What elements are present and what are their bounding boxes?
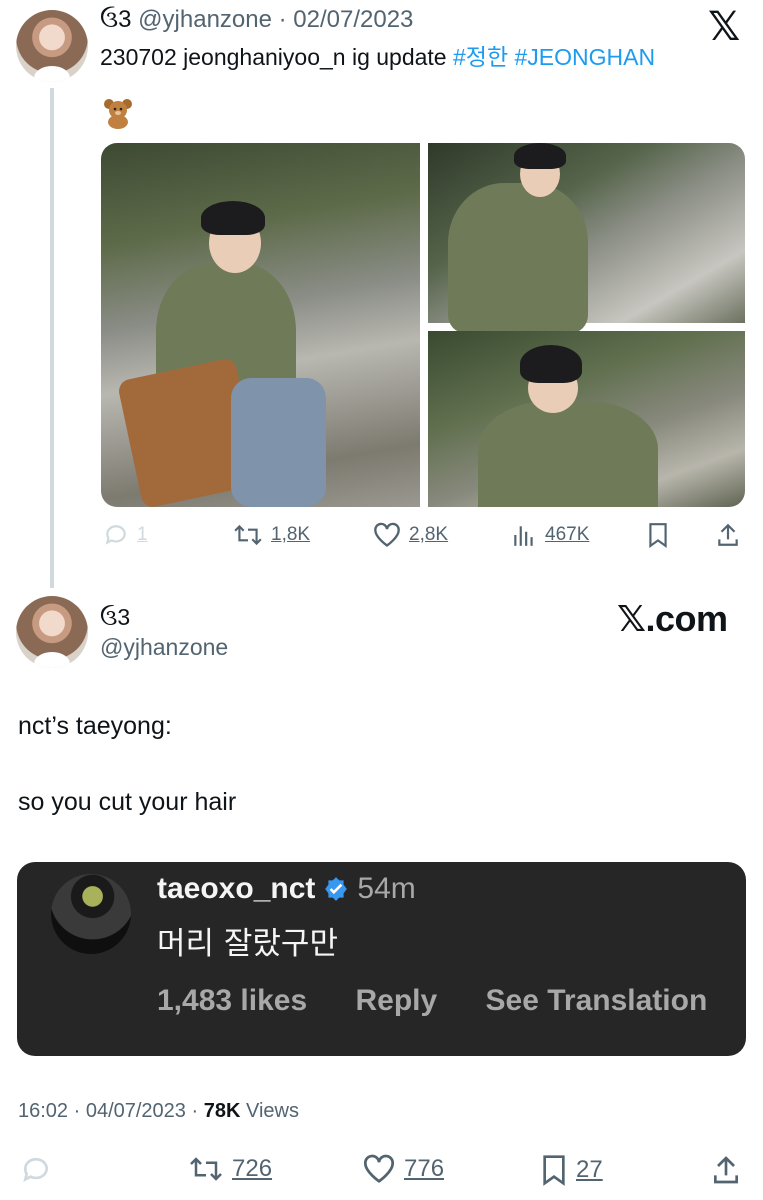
retweet-count: 726	[232, 1155, 273, 1182]
time-date: 16:02 · 04/07/2023 ·	[18, 1100, 204, 1122]
share-icon	[714, 1156, 738, 1184]
handle[interactable]: @yjhanzone	[138, 6, 272, 33]
heart-icon	[364, 1154, 394, 1183]
tweet-actions: 1 1,8K 2,8K 467K	[101, 522, 745, 554]
avatar[interactable]	[16, 10, 88, 82]
ig-see-translation[interactable]: See Translation	[486, 984, 708, 1017]
date[interactable]: · 02/07/2023	[279, 6, 414, 33]
views-count: 78K	[203, 1100, 241, 1122]
views-count: 467K	[545, 524, 590, 545]
ig-time: 54m	[357, 872, 416, 905]
ig-user-row: taeoxo_nct 54m	[157, 872, 416, 906]
like-button[interactable]: 2,8K	[373, 522, 448, 548]
avatar[interactable]	[16, 596, 88, 668]
photo-1[interactable]	[101, 143, 420, 507]
bookmark-icon	[649, 523, 667, 548]
share-icon	[718, 523, 738, 546]
display-name[interactable]: ઉ3	[100, 6, 132, 33]
bookmark-icon	[543, 1155, 565, 1186]
reply-button[interactable]	[20, 1154, 52, 1186]
quote-line-2: so you cut your hair	[18, 788, 237, 816]
hashtag-link[interactable]: #정한	[453, 44, 508, 70]
heart-icon	[374, 522, 400, 547]
share-button[interactable]	[710, 1154, 742, 1186]
retweet-count: 1,8K	[271, 524, 311, 545]
views-label: Views	[240, 1100, 299, 1122]
tweet-meta: ઉ3 @yjhanzone · 02/07/2023	[100, 6, 413, 34]
reply-count: 1	[137, 524, 148, 545]
bar-chart-icon	[514, 526, 533, 546]
photo-3[interactable]	[428, 331, 745, 507]
ig-reply-button[interactable]: Reply	[355, 984, 437, 1017]
person-figure	[478, 401, 658, 507]
ig-comment-text: 머리 잘랐구만	[157, 926, 338, 962]
like-button[interactable]: 776	[362, 1154, 444, 1184]
person-hair	[520, 345, 582, 383]
x-com-watermark: 𝕏.com	[617, 598, 728, 639]
person-hair	[514, 143, 566, 169]
hashtag-link[interactable]: #JEONGHAN	[515, 44, 656, 70]
photo-2[interactable]	[428, 143, 745, 333]
tweet-text: 230702 jeonghaniyoo_n ig update #정한 #JEO…	[100, 38, 655, 72]
ig-likes[interactable]: 1,483 likes	[157, 984, 307, 1017]
ig-avatar[interactable]	[51, 874, 131, 954]
bookmark-button[interactable]	[646, 522, 670, 548]
media-grid[interactable]	[101, 143, 745, 507]
teddy-bear-icon	[104, 99, 132, 129]
x-logo-icon: 𝕏	[708, 5, 741, 49]
like-count: 776	[404, 1155, 445, 1182]
quote-line-1: nct’s taeyong:	[18, 712, 172, 740]
views-button[interactable]: 467K	[511, 522, 589, 548]
reply-button[interactable]: 1	[103, 522, 148, 548]
retweet-button[interactable]: 726	[188, 1154, 272, 1184]
tweet-text-body: 230702 jeonghaniyoo_n ig update	[100, 44, 453, 70]
retweet-icon	[190, 1157, 222, 1181]
ig-meta-row: 1,483 likes Reply See Translation	[157, 984, 747, 1018]
timestamp[interactable]: 16:02 · 04/07/2023 · 78K Views	[18, 1100, 299, 1123]
retweet-icon	[234, 524, 262, 546]
display-name[interactable]: ઉ3	[100, 604, 130, 631]
ig-username[interactable]: taeoxo_nct	[157, 872, 315, 906]
verified-badge-icon	[325, 877, 348, 901]
retweet-button[interactable]: 1,8K	[233, 522, 310, 548]
person-legs	[231, 378, 326, 507]
person-figure	[448, 183, 588, 333]
handle[interactable]: @yjhanzone	[100, 634, 228, 661]
instagram-comment-card: taeoxo_nct 54m 머리 잘랐구만 1,483 likes Reply…	[17, 862, 746, 1056]
share-button[interactable]	[715, 522, 741, 548]
reply-icon	[23, 1157, 48, 1182]
bottom-actions: 726 776 27	[0, 1154, 763, 1194]
bookmark-count: 27	[576, 1156, 603, 1183]
reply-icon	[105, 525, 126, 545]
thread-line	[50, 88, 54, 588]
person-hair	[201, 201, 265, 235]
bookmark-button[interactable]: 27	[540, 1154, 603, 1186]
like-count: 2,8K	[409, 524, 449, 545]
